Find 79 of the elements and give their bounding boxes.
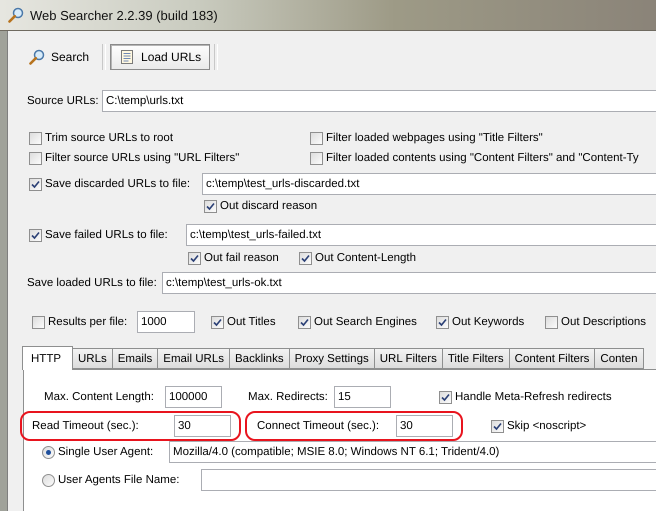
- checkbox-label: Filter loaded webpages using "Title Filters": [326, 132, 543, 144]
- checkbox-label: Out Search Engines: [314, 316, 417, 328]
- input-field[interactable]: c:\temp\test_urls-ok.txt: [162, 272, 656, 294]
- magnifier-icon: [8, 7, 24, 23]
- radio-button[interactable]: [42, 474, 55, 486]
- checkbox-label: Out discard reason: [220, 200, 318, 212]
- checkbox-label: Results per file:: [48, 316, 128, 328]
- checkbox-label: Handle Meta-Refresh redirects: [455, 391, 612, 403]
- tab[interactable]: URLs: [72, 348, 113, 369]
- checkbox[interactable]: [298, 316, 311, 328]
- input-field[interactable]: 100000: [165, 386, 222, 408]
- field-label: Source URLs:: [27, 95, 100, 107]
- tab[interactable]: Proxy Settings: [288, 348, 375, 369]
- checkbox[interactable]: [310, 132, 323, 144]
- tab[interactable]: Emails: [112, 348, 158, 369]
- checkmark-icon: [300, 318, 309, 326]
- checkbox[interactable]: [211, 316, 224, 328]
- tab[interactable]: Email URLs: [157, 348, 230, 369]
- input-field[interactable]: C:\temp\urls.txt: [102, 90, 656, 112]
- checkbox-label: Filter source URLs using "URL Filters": [45, 152, 240, 164]
- input-field[interactable]: [201, 469, 656, 491]
- checkbox-label: Out Content-Length: [315, 252, 416, 264]
- input-field[interactable]: 30: [396, 415, 453, 437]
- field-label: Max. Content Length:: [44, 391, 155, 403]
- magnifier-icon: [29, 49, 45, 65]
- checkbox[interactable]: [439, 390, 452, 404]
- checkbox-label: Save failed URLs to file:: [45, 229, 168, 241]
- checkmark-icon: [213, 318, 222, 326]
- window-title: Web Searcher 2.2.39 (build 183): [30, 8, 218, 22]
- field-label: Max. Redirects:: [248, 391, 328, 403]
- checkbox-label: Out Keywords: [452, 316, 524, 328]
- radio-button[interactable]: [42, 446, 55, 458]
- checkmark-icon: [441, 392, 450, 402]
- radio-label: User Agents File Name:: [58, 474, 180, 486]
- checkmark-icon: [206, 202, 215, 210]
- checkbox-label: Skip <noscript>: [507, 420, 586, 432]
- tab[interactable]: URL Filters: [374, 348, 443, 369]
- checkbox[interactable]: [491, 420, 504, 432]
- checkmark-icon: [493, 422, 502, 430]
- checkbox-label: Out Titles: [227, 316, 276, 328]
- checkbox-label: Out fail reason: [204, 252, 279, 264]
- field-label: Connect Timeout (sec.):: [257, 420, 380, 432]
- checkbox[interactable]: [436, 316, 449, 328]
- input-field[interactable]: c:\temp\test_urls-failed.txt: [186, 224, 656, 246]
- checkbox[interactable]: [310, 152, 323, 164]
- toolbar-button[interactable]: Load URLs: [110, 44, 210, 70]
- toolbar-button[interactable]: Search: [20, 44, 98, 70]
- checkmark-icon: [31, 180, 40, 188]
- checkmark-icon: [190, 254, 199, 262]
- tab[interactable]: Content Filters: [508, 348, 596, 369]
- checkbox[interactable]: [545, 316, 558, 328]
- checkbox[interactable]: [29, 152, 42, 164]
- checkbox-label: Save discarded URLs to file:: [45, 178, 190, 190]
- checkbox-label: Filter loaded contents using "Content Filters" and "Content-Ty: [326, 152, 639, 164]
- input-field[interactable]: 30: [174, 415, 231, 437]
- checkbox-label: Out Descriptions: [561, 316, 646, 328]
- tab[interactable]: HTTP: [22, 346, 73, 370]
- field-label: Read Timeout (sec.):: [32, 420, 140, 432]
- field-label: Save loaded URLs to file:: [27, 277, 158, 289]
- checkbox[interactable]: [204, 200, 217, 212]
- checkmark-icon: [301, 254, 310, 262]
- checkmark-icon: [31, 230, 40, 240]
- input-field[interactable]: c:\temp\test_urls-discarded.txt: [202, 173, 656, 195]
- checkbox[interactable]: [29, 132, 42, 144]
- checkbox[interactable]: [29, 178, 42, 190]
- tab[interactable]: Backlinks: [229, 348, 290, 369]
- input-field[interactable]: 15: [334, 386, 391, 408]
- checkbox[interactable]: [299, 252, 312, 264]
- input-field[interactable]: Mozilla/4.0 (compatible; MSIE 8.0; Windows NT 6.1; Trident/4.0): [169, 441, 656, 463]
- document-icon: [119, 49, 136, 65]
- tab[interactable]: Conten: [594, 348, 644, 369]
- checkbox[interactable]: [188, 252, 201, 264]
- radio-label: Single User Agent:: [58, 446, 154, 458]
- checkbox[interactable]: [29, 228, 42, 242]
- checkbox-label: Trim source URLs to root: [45, 132, 174, 144]
- input-field[interactable]: 1000: [137, 311, 195, 333]
- tab[interactable]: Title Filters: [442, 348, 510, 369]
- checkmark-icon: [438, 318, 447, 326]
- checkbox[interactable]: [32, 316, 45, 328]
